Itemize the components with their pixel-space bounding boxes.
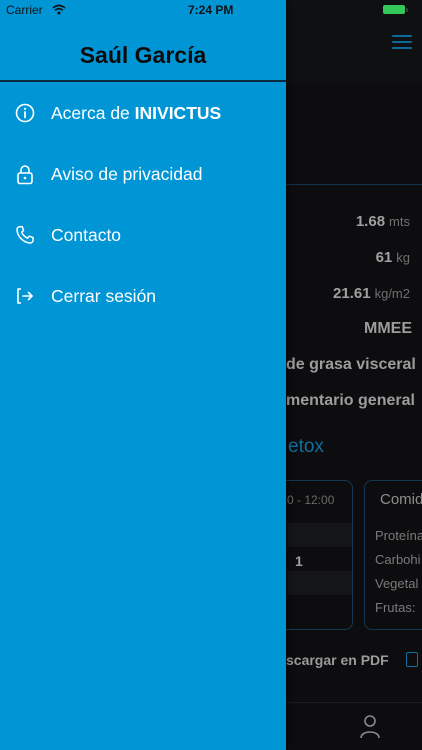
meal-item: Vegetal <box>375 576 419 591</box>
wifi-icon <box>52 4 66 15</box>
height-unit: mts <box>389 214 410 229</box>
menu-item-label: Cerrar sesión <box>51 285 157 306</box>
meal-item: Frutas: <box>375 600 416 615</box>
menu-item-label: Acerca de INIVICTUS <box>51 102 222 123</box>
status-bar: Carrier 7:24 PM <box>0 0 422 20</box>
menu-item-logout[interactable]: Cerrar sesión <box>0 271 286 321</box>
weight-row: 61 kg <box>376 249 410 266</box>
card-stripe <box>287 523 352 547</box>
menu-item-label: Aviso de privacidad <box>51 163 203 184</box>
height-value: 1.68 <box>355 213 386 230</box>
plan-label: mentario general <box>286 392 415 409</box>
menu-item-contact[interactable]: Contacto <box>0 210 286 260</box>
carrier-label: Carrier <box>6 3 43 17</box>
schedule-time: 0 - 12:00 <box>287 493 335 507</box>
logout-icon <box>14 285 36 307</box>
status-time: 7:24 PM <box>188 3 234 17</box>
height-row: 1.68 mts <box>356 213 410 230</box>
menu-item-about[interactable]: Acerca de INIVICTUS <box>0 88 286 138</box>
info-icon <box>14 102 36 124</box>
menu-item-privacy[interactable]: Aviso de privacidad <box>0 149 286 199</box>
imc-value: 21.61 <box>333 285 371 302</box>
meal-card-title: Comid <box>380 491 422 508</box>
lock-icon <box>14 163 36 185</box>
hamburger-menu-icon[interactable] <box>392 35 412 49</box>
meal-item: Carbohi <box>375 552 421 567</box>
mmee-label: MMEE <box>364 320 412 337</box>
user-name: Saúl García <box>79 42 207 68</box>
drawer-divider <box>0 80 286 82</box>
phone-icon <box>14 224 36 246</box>
visceral-fat-label: de grasa visceral <box>286 356 416 373</box>
weight-value: 61 <box>375 249 393 266</box>
menu-item-label: Contacto <box>51 224 122 245</box>
schedule-value: 1 <box>295 553 303 569</box>
detox-link[interactable]: etox <box>288 436 324 458</box>
imc-unit: kg/m2 <box>374 286 410 301</box>
meal-item: Proteína <box>375 528 422 543</box>
document-icon[interactable] <box>406 652 418 667</box>
profile-tab-icon[interactable] <box>360 715 380 739</box>
meal-card[interactable]: Comid Proteína Carbohi Vegetal Frutas: <box>364 480 422 630</box>
battery-tip <box>406 8 408 12</box>
download-pdf-button[interactable]: scargar en PDF <box>286 652 389 668</box>
side-drawer: Saúl García Acerca de INIVICTUS Aviso de… <box>0 0 286 750</box>
battery-icon <box>383 5 405 14</box>
imc-row: 21.61 kg/m2 <box>333 285 410 302</box>
weight-unit: kg <box>396 250 410 265</box>
card-stripe <box>287 571 352 595</box>
